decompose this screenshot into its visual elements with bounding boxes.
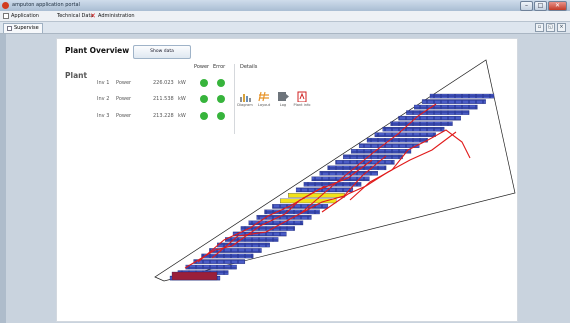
module-row [429, 93, 495, 99]
module-row [351, 149, 412, 154]
module-row [343, 154, 403, 160]
module-row [256, 215, 312, 220]
module-row [295, 187, 354, 193]
module-row [335, 160, 395, 165]
module-row [185, 264, 237, 270]
module-row [366, 137, 428, 143]
module-row [421, 99, 486, 104]
plant-boundary [154, 59, 516, 282]
module-row [414, 104, 478, 110]
module-row [358, 143, 420, 148]
module-row [398, 115, 461, 121]
module-row [374, 132, 436, 137]
inverter-block [171, 271, 218, 281]
module-row [406, 110, 470, 115]
module-row [390, 121, 453, 126]
module-row [193, 259, 246, 264]
module-row [288, 193, 345, 198]
module-row [382, 126, 445, 132]
module-row [201, 253, 254, 259]
module-row [272, 204, 329, 209]
plant-layout-map [154, 59, 516, 282]
